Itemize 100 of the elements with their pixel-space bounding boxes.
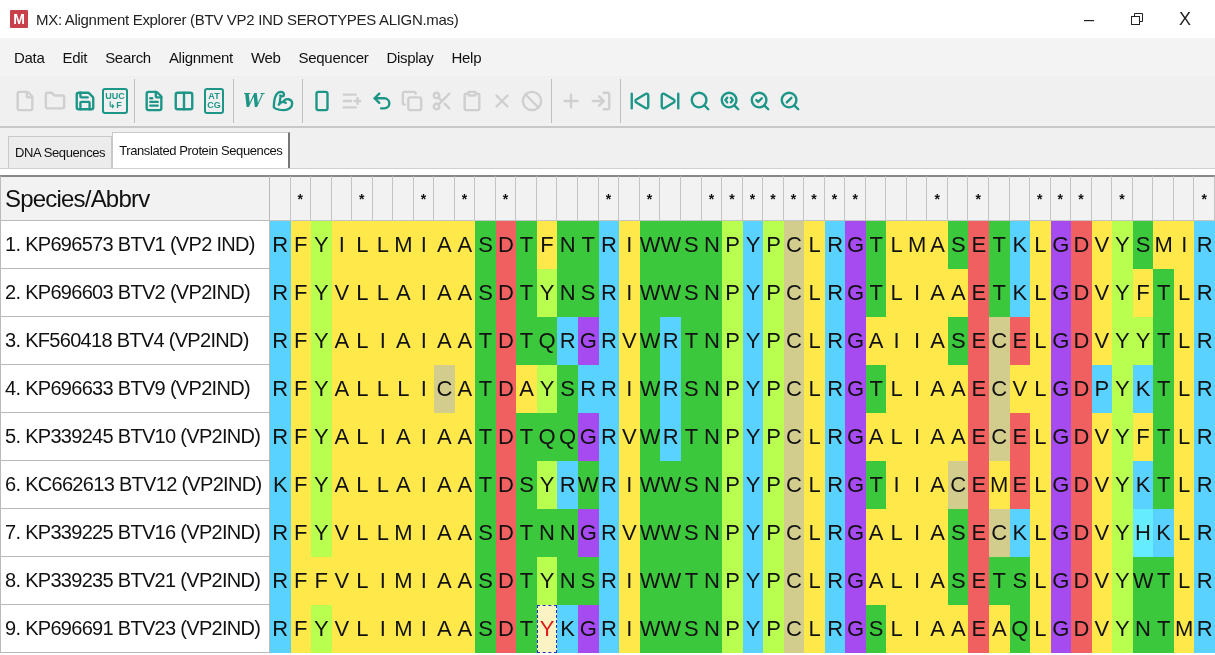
residue-cell[interactable]: S — [681, 509, 702, 557]
residue-cell[interactable]: W — [660, 221, 682, 269]
residue-cell[interactable]: E — [968, 221, 989, 269]
residue-cell[interactable]: S — [475, 509, 496, 557]
residue-cell[interactable]: N — [701, 413, 723, 461]
residue-cell[interactable]: Y — [742, 317, 764, 365]
residue-cell[interactable]: C — [947, 461, 969, 509]
residue-cell[interactable]: Y — [536, 365, 558, 413]
residue-cell[interactable]: G — [577, 413, 599, 461]
residue-cell[interactable]: W — [639, 221, 661, 269]
residue-cell[interactable]: A — [454, 413, 476, 461]
residue-cell[interactable]: F — [290, 269, 312, 317]
residue-cell[interactable]: S — [947, 557, 969, 605]
sequence-name-cell[interactable]: 3. KF560418 BTV4 (VP2IND) — [0, 317, 270, 365]
residue-cell[interactable]: V — [1091, 605, 1113, 653]
residue-cell[interactable]: D — [495, 413, 517, 461]
residue-cell[interactable]: Y — [311, 317, 332, 365]
residue-cell[interactable]: R — [270, 557, 291, 605]
residue-cell[interactable]: L — [352, 317, 373, 365]
residue-cell[interactable]: G — [1050, 413, 1072, 461]
residue-cell[interactable]: A — [434, 413, 455, 461]
residue-cell[interactable]: I — [413, 509, 435, 557]
residue-cell[interactable]: L — [352, 413, 373, 461]
residue-cell[interactable]: A — [434, 221, 455, 269]
residue-cell[interactable]: V — [1091, 461, 1113, 509]
residue-cell[interactable]: I — [413, 413, 435, 461]
residue-cell[interactable]: L — [804, 365, 825, 413]
residue-cell[interactable]: G — [845, 413, 866, 461]
residue-cell[interactable]: L — [1173, 317, 1195, 365]
residue-cell[interactable]: L — [886, 605, 907, 653]
residue-cell[interactable]: Y — [311, 365, 332, 413]
residue-cell[interactable]: T — [577, 221, 599, 269]
residue-cell[interactable]: C — [989, 509, 1010, 557]
residue-cell[interactable]: S — [577, 557, 599, 605]
residue-cell[interactable]: E — [968, 317, 989, 365]
residue-cell[interactable]: A — [927, 557, 948, 605]
residue-cell[interactable]: I — [619, 269, 640, 317]
sequence-name-cell[interactable]: 7. KP339225 BTV16 (VP2IND) — [0, 509, 270, 557]
residue-cell[interactable]: A — [865, 509, 887, 557]
residue-cell[interactable]: Y — [742, 557, 764, 605]
residue-cell[interactable]: A — [947, 605, 969, 653]
residue-cell[interactable]: V — [1091, 557, 1113, 605]
residue-cell[interactable]: R — [577, 365, 599, 413]
residue-cell[interactable]: L — [352, 221, 373, 269]
residue-cell[interactable]: A — [989, 605, 1010, 653]
residue-cell[interactable]: Y — [1132, 317, 1154, 365]
residue-cell[interactable]: R — [270, 365, 291, 413]
residue-cell[interactable]: E — [1009, 413, 1031, 461]
residue-cell[interactable]: P — [763, 509, 784, 557]
residue-cell[interactable]: Y — [536, 269, 558, 317]
residue-cell[interactable]: E — [968, 557, 989, 605]
residue-cell[interactable]: I — [906, 317, 928, 365]
residue-cell[interactable]: D — [495, 269, 517, 317]
residue-cell[interactable]: K — [270, 461, 291, 509]
residue-cell[interactable]: R — [598, 317, 620, 365]
residue-cell[interactable]: P — [722, 509, 743, 557]
residue-cell[interactable]: V — [331, 605, 353, 653]
residue-cell[interactable]: D — [1071, 317, 1092, 365]
residue-cell[interactable]: T — [1153, 413, 1174, 461]
residue-cell[interactable]: R — [1194, 317, 1215, 365]
residue-cell[interactable]: R — [660, 413, 682, 461]
residue-cell[interactable]: A — [454, 461, 476, 509]
residue-cell[interactable]: E — [968, 365, 989, 413]
residue-cell[interactable]: Y — [1112, 461, 1133, 509]
residue-cell[interactable]: A — [865, 413, 887, 461]
residue-cell[interactable]: G — [577, 317, 599, 365]
residue-cell[interactable]: L — [1173, 461, 1195, 509]
residue-cell[interactable]: Y — [1112, 509, 1133, 557]
residue-cell[interactable]: A — [434, 269, 455, 317]
residue-cell[interactable]: G — [1050, 317, 1072, 365]
residue-cell[interactable]: D — [1071, 605, 1092, 653]
residue-cell[interactable]: S — [475, 557, 496, 605]
residue-cell[interactable]: I — [906, 269, 928, 317]
residue-cell[interactable]: T — [1153, 461, 1174, 509]
residue-cell[interactable]: T — [1153, 557, 1174, 605]
residue-cell[interactable]: W — [577, 461, 599, 509]
residue-cell[interactable]: C — [434, 365, 455, 413]
residue-cell[interactable]: M — [393, 557, 414, 605]
residue-cell[interactable]: L — [352, 557, 373, 605]
residue-cell[interactable]: A — [331, 461, 353, 509]
residue-cell[interactable]: Y — [311, 221, 332, 269]
residue-cell[interactable]: A — [865, 317, 887, 365]
residue-cell[interactable]: H — [1132, 509, 1154, 557]
residue-cell[interactable]: V — [1091, 221, 1113, 269]
residue-cell[interactable]: R — [660, 317, 682, 365]
residue-cell[interactable]: S — [1009, 557, 1031, 605]
residue-cell[interactable]: A — [434, 509, 455, 557]
residue-cell[interactable]: Y — [742, 605, 764, 653]
residue-cell[interactable]: T — [865, 269, 887, 317]
residue-cell[interactable]: L — [886, 269, 907, 317]
residue-cell[interactable]: G — [1050, 269, 1072, 317]
residue-cell[interactable]: F — [290, 509, 312, 557]
residue-cell[interactable]: R — [824, 365, 846, 413]
residue-cell[interactable]: T — [516, 317, 537, 365]
residue-cell[interactable]: F — [536, 221, 558, 269]
residue-cell[interactable]: D — [1071, 413, 1092, 461]
residue-cell[interactable]: C — [783, 557, 805, 605]
residue-cell[interactable]: R — [824, 221, 846, 269]
residue-cell[interactable]: G — [845, 317, 866, 365]
residue-cell[interactable]: L — [352, 605, 373, 653]
